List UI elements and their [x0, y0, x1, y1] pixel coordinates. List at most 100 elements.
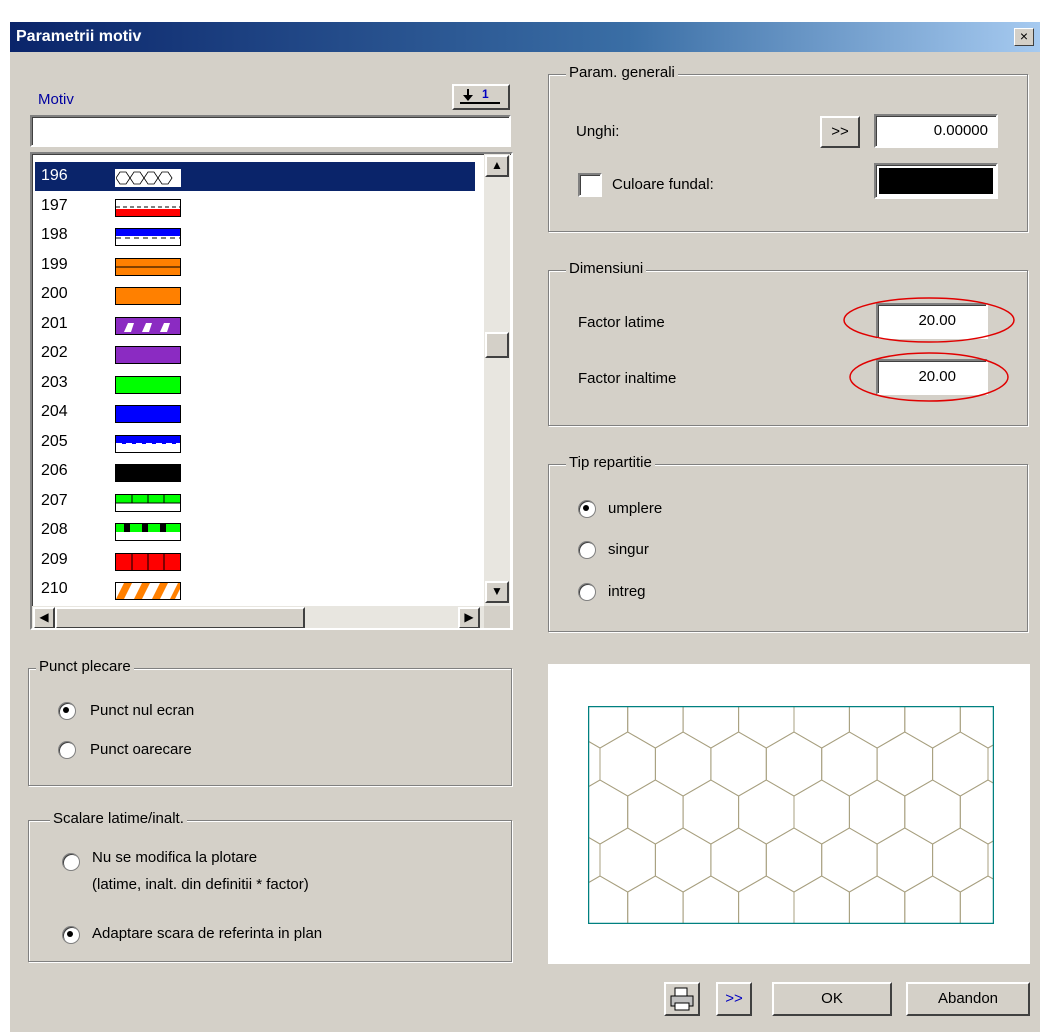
printer-icon [670, 987, 694, 1011]
list-item-number: 204 [41, 403, 68, 420]
close-button[interactable]: × [1014, 28, 1034, 46]
list-item[interactable]: 202 [35, 339, 475, 368]
list-item-number: 201 [41, 314, 68, 332]
vertical-scrollbar[interactable]: ▲ ▼ [484, 154, 510, 606]
list-item[interactable]: 197 [35, 192, 475, 221]
ok-button[interactable]: OK [772, 982, 892, 1016]
list-item-number: 203 [41, 373, 68, 391]
pattern-swatch [115, 405, 181, 423]
pattern-swatch [115, 169, 181, 187]
scroll-right-icon[interactable]: ▶ [458, 607, 480, 628]
sort-number: 1 [482, 87, 489, 101]
pattern-swatch [115, 582, 181, 600]
intreg-radio[interactable] [578, 583, 596, 601]
unghi-more-button[interactable]: >> [820, 116, 860, 148]
list-item-number: 198 [41, 226, 68, 243]
more-button[interactable]: >> [716, 982, 752, 1016]
list-item[interactable]: 208 [35, 516, 475, 545]
list-item[interactable]: 196 [35, 162, 475, 191]
singur-radio[interactable] [578, 541, 596, 559]
pattern-swatch [115, 493, 181, 512]
hscroll-thumb[interactable] [55, 607, 305, 628]
factor-inaltime-label: Factor inaltime [578, 370, 677, 387]
list-item[interactable]: 204 [35, 398, 475, 427]
list-item[interactable]: 205 [35, 428, 475, 457]
nu-se-modifica-sublabel: (latime, inalt. din definitii * factor) [92, 876, 309, 893]
unghi-input[interactable]: 0.00000 [874, 114, 998, 148]
highlight-ellipses [843, 297, 1015, 402]
pattern-swatch [115, 228, 181, 246]
motiv-list[interactable]: 196 197 198 199 200 201 202 203 204 205 206 207 208 2… [30, 152, 513, 630]
punct-oarecare-radio[interactable] [58, 741, 76, 759]
hexagon-pattern-preview [588, 706, 994, 924]
culoare-fundal-label: Culoare fundal: [612, 176, 714, 193]
sort-button[interactable]: 1 [452, 84, 510, 110]
list-item-number: 205 [41, 432, 68, 450]
highlight-ellipse-inaltime [849, 352, 1009, 402]
list-item[interactable]: 210 [35, 575, 475, 604]
pattern-swatch [115, 375, 181, 394]
pattern-swatch [115, 464, 181, 482]
pattern-swatch [115, 257, 181, 276]
horizontal-scrollbar[interactable]: ◀ ▶ [32, 606, 484, 628]
umplere-radio[interactable] [578, 500, 596, 518]
nu-se-modifica-label: Nu se modifica la plotare [92, 849, 258, 866]
sort-down-icon: 1 [460, 87, 500, 104]
list-item[interactable]: 199 [35, 251, 475, 280]
pattern-preview [548, 664, 1030, 964]
motiv-header-label: Motiv [38, 91, 74, 108]
scroll-corner [484, 606, 510, 628]
scroll-up-icon[interactable]: ▲ [485, 155, 509, 177]
nu-se-modifica-radio[interactable] [62, 853, 80, 871]
intreg-label: intreg [608, 583, 646, 600]
list-item-number: 202 [41, 344, 68, 361]
dimensiuni-legend: Dimensiuni [566, 260, 647, 277]
adaptare-scara-radio[interactable] [62, 926, 80, 944]
factor-latime-label: Factor latime [578, 314, 665, 331]
unghi-label: Unghi: [576, 123, 620, 140]
pattern-swatch [115, 523, 181, 541]
pattern-swatch [115, 287, 181, 305]
list-item-number: 200 [41, 285, 68, 302]
dialog-title: Parametrii motiv [16, 28, 142, 45]
pattern-swatch [115, 198, 181, 217]
param-generali-group [548, 74, 1028, 232]
culoare-fundal-checkbox[interactable] [578, 173, 602, 197]
list-item[interactable]: 209 [35, 546, 475, 575]
culoare-fundal-swatch[interactable] [874, 163, 998, 199]
list-item[interactable]: 200 [35, 280, 475, 309]
pattern-swatch [115, 434, 181, 453]
scalare-legend: Scalare latime/inalt. [50, 810, 187, 827]
punct-plecare-legend: Punct plecare [36, 658, 134, 675]
list-item-number: 197 [41, 196, 68, 214]
adaptare-scara-label: Adaptare scara de referinta in plan [92, 925, 323, 942]
list-item[interactable]: 203 [35, 369, 475, 398]
color-fill [879, 168, 993, 194]
scroll-left-icon[interactable]: ◀ [33, 607, 55, 628]
title-bar: Parametrii motiv × [10, 22, 1040, 52]
list-item-number: 206 [41, 462, 68, 479]
motiv-filter-input[interactable] [30, 115, 511, 147]
abandon-button[interactable]: Abandon [906, 982, 1030, 1016]
list-item-number: 210 [41, 580, 68, 597]
tip-repartitie-legend: Tip repartitie [566, 454, 655, 471]
list-item-number: 196 [41, 167, 68, 184]
print-button[interactable] [664, 982, 700, 1016]
highlight-ellipse-latime [843, 297, 1015, 343]
list-item-number: 199 [41, 255, 68, 273]
list-item[interactable]: 198 [35, 221, 475, 250]
list-item[interactable]: 207 [35, 487, 475, 516]
pattern-swatch [115, 346, 181, 364]
list-item[interactable]: 201 [35, 310, 475, 339]
scroll-down-icon[interactable]: ▼ [485, 581, 509, 603]
punct-nul-ecran-label: Punct nul ecran [90, 702, 195, 719]
punct-oarecare-label: Punct oarecare [90, 741, 192, 758]
pattern-swatch [115, 552, 181, 571]
pattern-swatch [115, 316, 181, 335]
punct-nul-ecran-radio[interactable] [58, 702, 76, 720]
singur-label: singur [608, 541, 649, 558]
punct-plecare-group [28, 668, 512, 786]
scroll-thumb[interactable] [485, 332, 509, 358]
list-item[interactable]: 206 [35, 457, 475, 486]
umplere-label: umplere [608, 500, 663, 517]
